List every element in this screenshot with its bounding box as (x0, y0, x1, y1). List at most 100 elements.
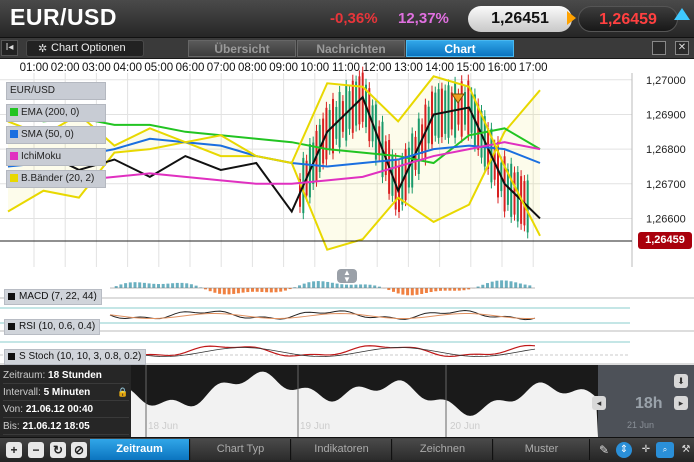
macd-bar (236, 288, 240, 294)
macd-bar (330, 282, 334, 288)
x-tick-label: 07:00 (207, 62, 236, 74)
stoch-legend[interactable]: S Stoch (10, 10, 3, 0.8, 0.2) (4, 349, 147, 365)
macd-bar (401, 288, 405, 295)
macd-bar (189, 284, 193, 288)
lock-icon[interactable]: 🔒 (117, 387, 128, 398)
macd-bar (349, 284, 353, 288)
macd-bar (335, 283, 339, 288)
collapse-button[interactable]: I◂ (1, 40, 18, 56)
pane-resize-handle[interactable]: ▲ ▼ (337, 269, 357, 284)
legend-ema[interactable]: EMA (200, 0) (6, 104, 106, 122)
macd-bar (185, 283, 189, 288)
macd-bar (161, 283, 165, 288)
tab-drawing[interactable]: Zeichnen (393, 439, 493, 460)
wrench-icon[interactable]: ⚒ (678, 442, 694, 458)
legend-symbol[interactable]: EUR/USD (6, 82, 106, 100)
macd-bar (448, 288, 452, 291)
macd-bar (142, 282, 146, 288)
interval-value: 5 Minuten (43, 387, 91, 398)
macd-bar (180, 282, 184, 288)
macd-bar (138, 282, 142, 288)
ichimoku-swatch-icon (10, 152, 18, 161)
macd-bar (312, 281, 316, 288)
chevron-left-icon[interactable]: ◂ (592, 396, 606, 410)
macd-bar (171, 283, 175, 288)
up-down-arrows-icon[interactable]: ⇕ (616, 442, 632, 458)
tab-indicators[interactable]: Indikatoren (292, 439, 392, 460)
chart-options-button[interactable]: ✲ Chart Optionen (26, 40, 144, 57)
ask-price-button[interactable]: 1,26459 (578, 6, 678, 32)
arrow-right-icon (567, 11, 576, 25)
macd-bar (232, 288, 236, 294)
range-value: 18 Stunden (48, 370, 102, 381)
legend-ichimoku[interactable]: IchiMoku (6, 148, 106, 166)
range-label: Zeitraum: (3, 370, 46, 381)
macd-swatch-icon (8, 292, 15, 300)
macd-bar (396, 288, 400, 294)
tab-chart[interactable]: Chart (406, 40, 514, 57)
macd-bar (133, 282, 137, 288)
to-label: Bis: (3, 421, 20, 432)
macd-bar (392, 288, 395, 292)
y-tick-label: 1,26900 (646, 109, 686, 121)
rsi-legend[interactable]: RSI (10, 0.6, 0.4) (4, 319, 101, 335)
macd-bar (157, 284, 160, 288)
macd-bar (340, 284, 344, 288)
range-info-panel: Zeitraum: 18 Stunden Intervall: 5 Minute… (0, 365, 131, 437)
legend-ema-label: EMA (200, 0) (21, 107, 80, 118)
x-tick-label: 14:00 (425, 62, 454, 74)
macd-bar (345, 284, 348, 288)
x-tick-label: 08:00 (238, 62, 267, 74)
from-row: Von: 21.06.12 00:40 (3, 401, 129, 418)
pencil-icon[interactable]: ✎ (596, 442, 612, 458)
chevron-right-icon[interactable]: ▸ (674, 396, 688, 410)
zoom-out-button[interactable]: − (28, 442, 44, 458)
macd-bar (279, 288, 283, 292)
y-tick-label: 1,26800 (646, 144, 686, 156)
macd-bar (481, 284, 485, 288)
macd-bar (326, 281, 330, 288)
refresh-icon[interactable]: ↻ (50, 442, 66, 458)
tab-chart-type[interactable]: Chart Typ (191, 439, 291, 460)
time-navigator[interactable]: Zeitraum: 18 Stunden Intervall: 5 Minute… (0, 365, 694, 437)
zoom-in-button[interactable]: + (6, 442, 22, 458)
macd-bar (486, 283, 489, 288)
restore-window-icon[interactable] (652, 41, 666, 55)
tab-news[interactable]: Nachrichten (297, 40, 405, 57)
interval-row[interactable]: Intervall: 5 Minuten (3, 384, 129, 401)
crosshair-icon[interactable]: ✛ (638, 442, 654, 458)
macd-bar (495, 280, 499, 288)
interval-label: Intervall: (3, 387, 41, 398)
price-chart[interactable]: 01:00 02:00 03:00 04:00 05:00 06:00 07:00 08:00… (0, 59, 694, 267)
macd-bar (406, 288, 410, 296)
chevron-down-icon[interactable]: ⬇ (674, 374, 688, 388)
macd-bar (424, 288, 428, 293)
bid-price-button[interactable]: 1,26451 (468, 6, 572, 32)
magnifier-icon[interactable]: ⌕ (656, 442, 674, 458)
macd-bar (302, 283, 306, 288)
macd-legend[interactable]: MACD (7, 22, 44) (4, 289, 102, 305)
change-percent: 12,37% (398, 10, 449, 27)
range-row: Zeitraum: 18 Stunden (3, 367, 129, 384)
tab-timeframe[interactable]: Zeitraum (90, 439, 190, 460)
close-icon[interactable]: ✕ (675, 41, 689, 55)
x-tick-label: 06:00 (176, 62, 205, 74)
macd-bar (152, 283, 156, 288)
x-tick-label: 02:00 (51, 62, 80, 74)
tab-patterns[interactable]: Muster (494, 439, 590, 460)
clear-icon[interactable]: ⊘ (71, 442, 87, 458)
stoch-legend-label: S Stoch (10, 10, 3, 0.8, 0.2) (19, 351, 142, 362)
y-axis-labels: 1,27000 1,26900 1,26800 1,26700 1,26600 (646, 75, 686, 226)
legend-bollinger[interactable]: B.Bänder (20, 2) (6, 170, 106, 188)
rsi-legend-label: RSI (10, 0.6, 0.4) (19, 321, 96, 332)
legend-sma[interactable]: SMA (50, 0) (6, 126, 106, 144)
navigator-date-right: 21 Jun (627, 420, 655, 430)
macd-bar (509, 281, 513, 288)
macd-bar (251, 288, 254, 292)
from-label: Von: (3, 404, 24, 415)
bollinger-swatch-icon (10, 174, 18, 183)
tab-overview[interactable]: Übersicht (188, 40, 296, 57)
x-axis-labels: 01:00 02:00 03:00 04:00 05:00 06:00 07:00 08:00… (20, 62, 548, 74)
x-tick-label: 05:00 (144, 62, 173, 74)
macd-bar (420, 288, 424, 294)
